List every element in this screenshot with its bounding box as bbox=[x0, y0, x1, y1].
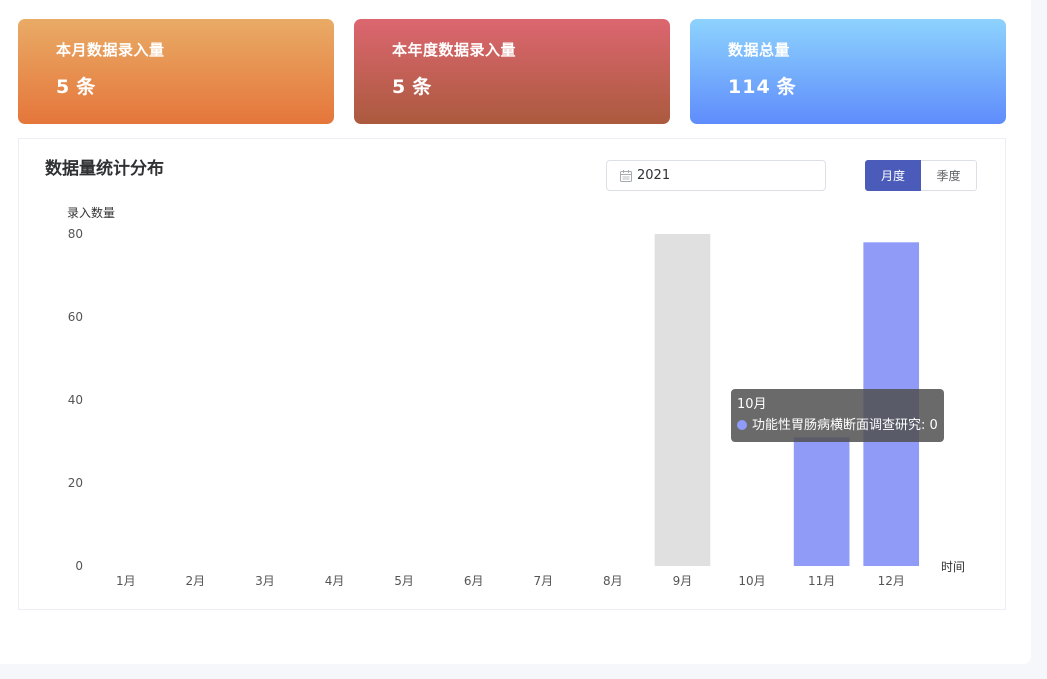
total-data-number: 114 bbox=[728, 76, 771, 98]
month-entry-label: 本月数据录入量 bbox=[56, 41, 165, 59]
x-tick-label: 1月 bbox=[116, 574, 136, 588]
bar-chart: 录入数量 0 20 40 60 80 1月 2月 3月 4月 5月 6月 7月 8月 9月 10月 11月 12月… bbox=[67, 205, 965, 588]
total-data-unit: 条 bbox=[776, 76, 797, 98]
month-entry-card: 本月数据录入量 5条 bbox=[18, 19, 334, 124]
month-entry-number: 5 bbox=[56, 76, 71, 98]
year-entry-label: 本年度数据录入量 bbox=[392, 41, 517, 59]
y-tick-label: 60 bbox=[68, 310, 83, 324]
month-entry-unit: 条 bbox=[76, 76, 97, 98]
total-data-value: 114 条 bbox=[728, 72, 1006, 99]
year-entry-value: 5条 bbox=[392, 72, 670, 99]
bar-11 bbox=[793, 437, 850, 566]
x-tick-label: 3月 bbox=[255, 574, 275, 588]
tooltip-series-dot bbox=[737, 420, 747, 430]
tooltip-value: 0 bbox=[929, 418, 938, 433]
x-tick-label: 8月 bbox=[603, 574, 623, 588]
x-tick-label: 2月 bbox=[186, 574, 206, 588]
tooltip-row: 功能性胃肠病横断面调查研究: 0 bbox=[737, 415, 938, 436]
chart-panel: 数据量统计分布 2021 月度 季度 录入数量 0 20 40 60 80 1月 2月 3月 4月… bbox=[18, 138, 1006, 610]
x-tick-label: 10月 bbox=[738, 574, 765, 588]
x-tick-label: 12月 bbox=[878, 574, 905, 588]
tooltip-title: 10月 bbox=[737, 397, 767, 412]
y-tick-label: 20 bbox=[68, 476, 83, 490]
y-tick-label: 80 bbox=[68, 227, 83, 241]
year-entry-card: 本年度数据录入量 5条 bbox=[354, 19, 670, 124]
x-tick-label: 5月 bbox=[394, 574, 414, 588]
month-entry-value: 5条 bbox=[56, 72, 334, 99]
x-tick-label: 9月 bbox=[673, 574, 693, 588]
y-tick-label: 0 bbox=[75, 559, 83, 573]
tooltip-separator: : bbox=[921, 418, 930, 433]
y-tick-label: 40 bbox=[68, 393, 83, 407]
x-axis-label: 时间 bbox=[941, 560, 965, 574]
dashboard-page: 本月数据录入量 5条 本年度数据录入量 5条 数据总量 114 条 数据量统计分布 bbox=[0, 0, 1031, 664]
y-axis-label: 录入数量 bbox=[67, 205, 115, 220]
hover-highlight-bar bbox=[654, 234, 711, 566]
x-tick-label: 4月 bbox=[325, 574, 345, 588]
total-data-card: 数据总量 114 条 bbox=[690, 19, 1006, 124]
total-data-label: 数据总量 bbox=[728, 41, 791, 59]
chart-tooltip: 10月 功能性胃肠病横断面调查研究: 0 bbox=[731, 389, 944, 442]
x-tick-label: 7月 bbox=[533, 574, 553, 588]
x-tick-label: 11月 bbox=[808, 574, 835, 588]
tooltip-series-name: 功能性胃肠病横断面调查研究 bbox=[752, 418, 922, 433]
year-entry-unit: 条 bbox=[412, 76, 433, 98]
year-entry-number: 5 bbox=[392, 76, 407, 98]
x-tick-label: 6月 bbox=[464, 574, 484, 588]
